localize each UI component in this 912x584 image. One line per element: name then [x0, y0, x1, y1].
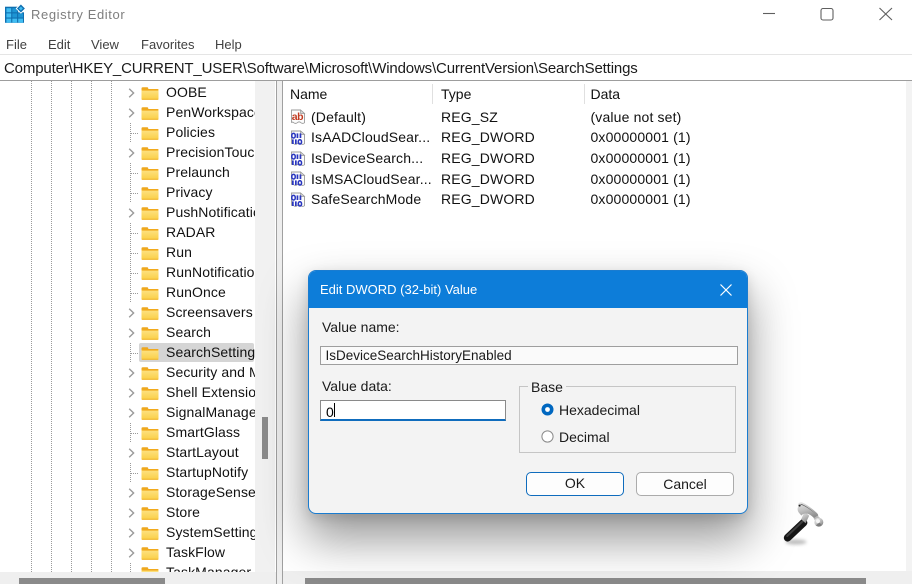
- svg-text:ab: ab: [292, 111, 303, 123]
